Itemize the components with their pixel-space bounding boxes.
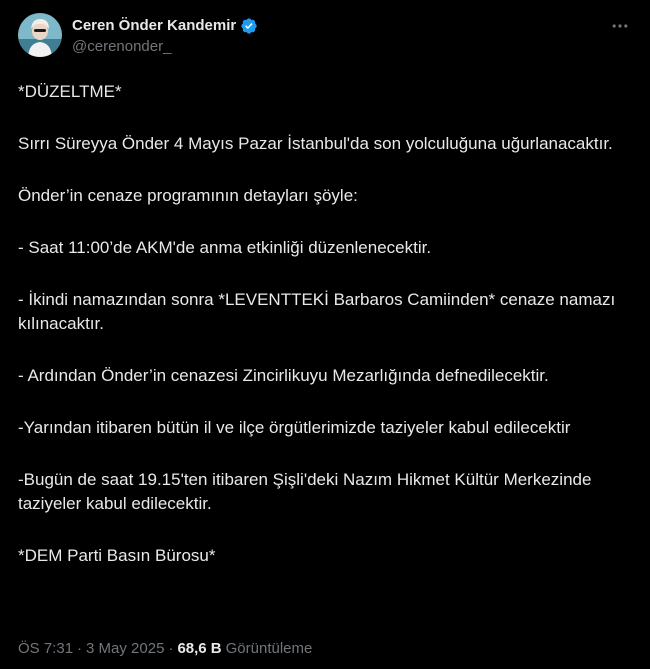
tweet-meta: ÖS 7:31 · 3 May 2025 · 68,6 B Görüntülem…: [18, 640, 312, 657]
views-label: Görüntüleme: [225, 640, 313, 657]
tweet-header: Ceren Önder Kandemir @cerenonder_: [18, 12, 632, 58]
tweet-paragraph: -Yarından itibaren bütün il ve ilçe örgü…: [18, 418, 571, 437]
tweet-paragraph: Önder’in cenaze programının detayları şö…: [18, 186, 358, 205]
avatar[interactable]: [18, 13, 62, 57]
verified-badge-icon: [240, 17, 258, 35]
tweet-text: *DÜZELTME* Sırrı Süreyya Önder 4 Mayıs P…: [18, 80, 632, 568]
more-options-button[interactable]: [608, 14, 632, 38]
tweet-paragraph: -Bugün de saat 19.15'ten itibaren Şişli'…: [18, 470, 592, 513]
tweet-paragraph: - Saat 11:00’de AKM'de anma etkinliği dü…: [18, 238, 432, 257]
tweet-card: Ceren Önder Kandemir @cerenonder_ *DÜZEL…: [0, 0, 650, 669]
author-names: Ceren Önder Kandemir @cerenonder_: [72, 16, 258, 55]
tweet-date[interactable]: 3 May 2025: [86, 640, 164, 657]
author-display-name[interactable]: Ceren Önder Kandemir: [72, 17, 236, 34]
author-handle[interactable]: @cerenonder_: [72, 38, 258, 55]
tweet-paragraph: *DÜZELTME*: [18, 82, 122, 101]
meta-separator: ·: [77, 640, 83, 657]
views-count: 68,6 B: [177, 640, 222, 657]
tweet-paragraph: *DEM Parti Basın Bürosu*: [18, 546, 216, 565]
tweet-time[interactable]: ÖS 7:31: [18, 640, 73, 657]
tweet-paragraph: Sırrı Süreyya Önder 4 Mayıs Pazar İstanb…: [18, 134, 613, 153]
more-horizontal-icon: [612, 24, 628, 28]
tweet-paragraph: - Ardından Önder’in cenazesi Zincirlikuy…: [18, 366, 549, 385]
meta-separator: ·: [168, 640, 174, 657]
avatar-image: [18, 13, 62, 57]
tweet-paragraph: - İkindi namazından sonra *LEVENTTEKİ Ba…: [18, 290, 616, 333]
name-row: Ceren Önder Kandemir: [72, 16, 258, 36]
